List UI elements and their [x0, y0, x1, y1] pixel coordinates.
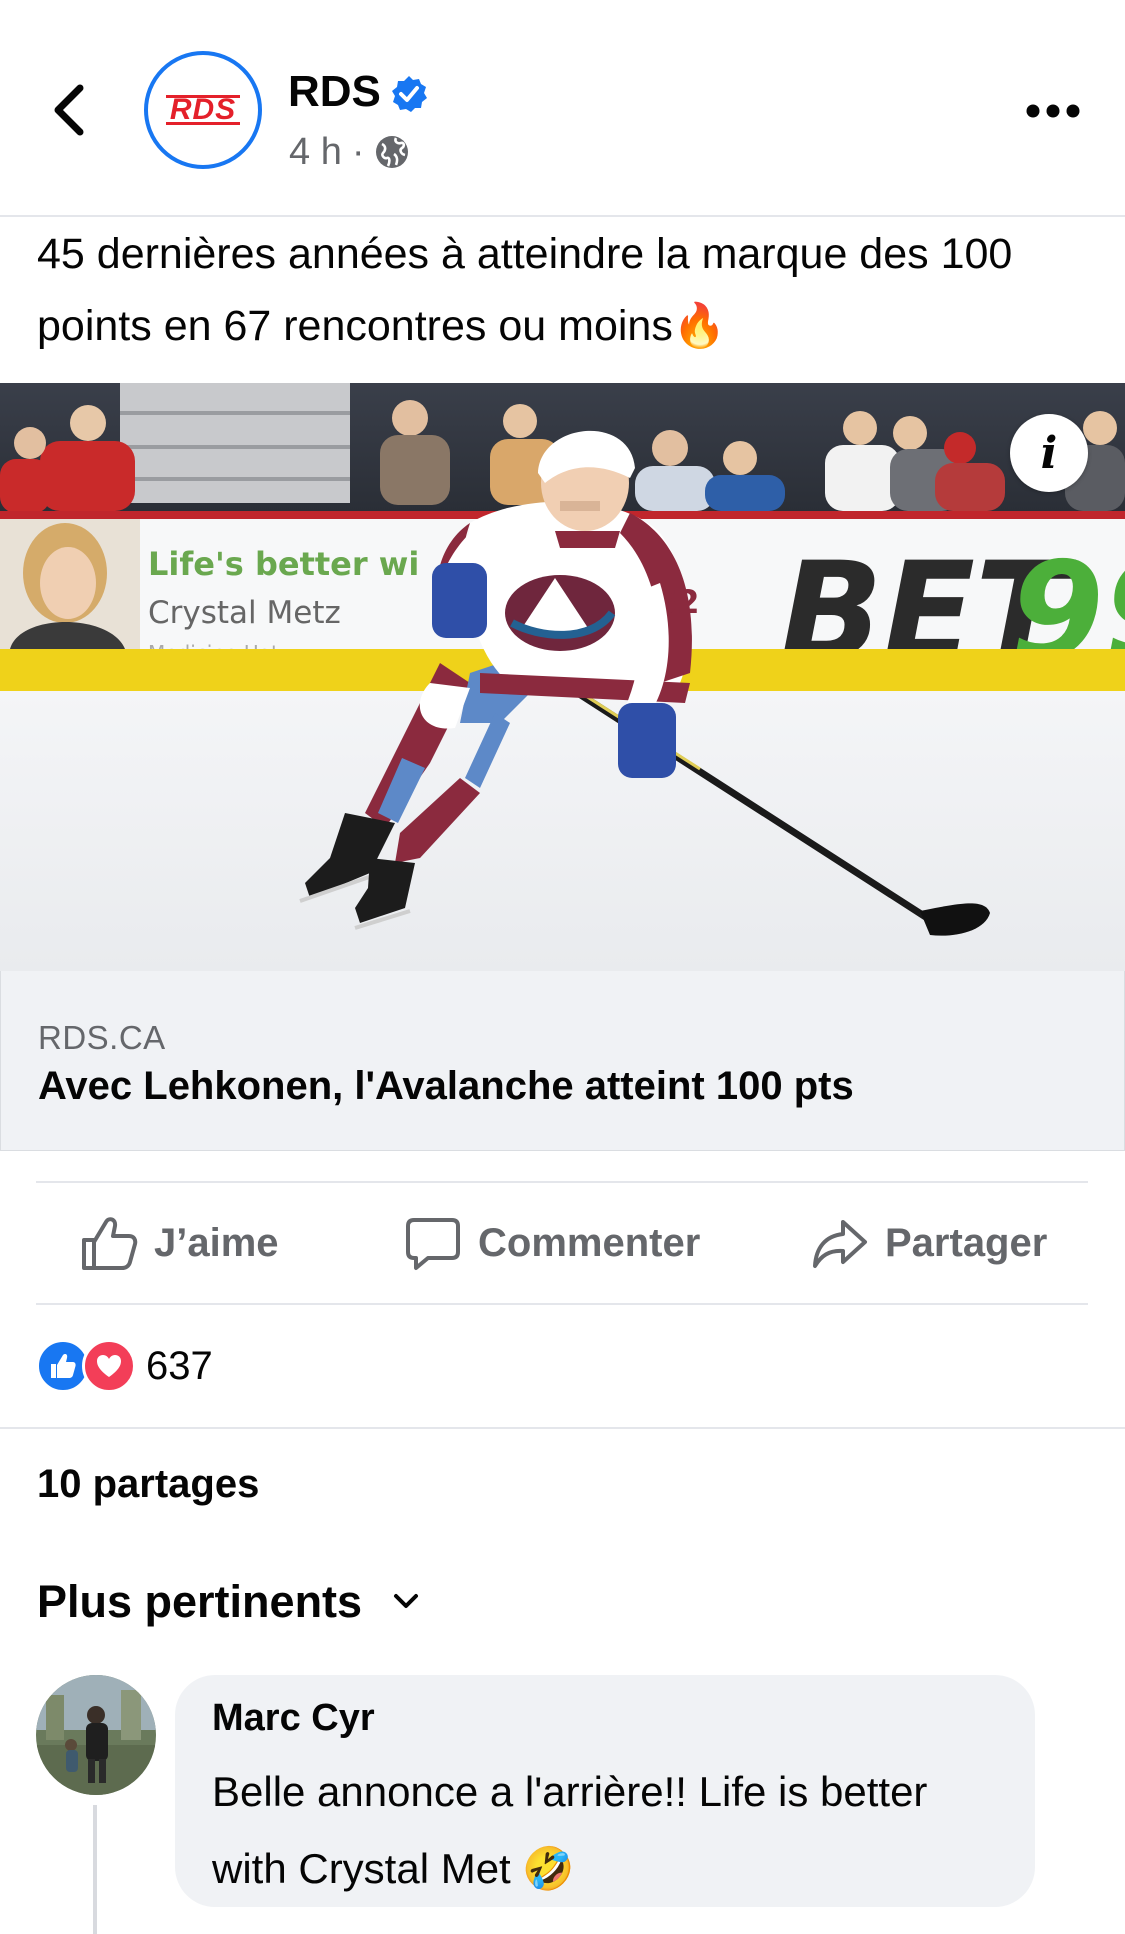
share-button[interactable]: Partager: [811, 1183, 1047, 1303]
comment-text: Belle annonce a l'arrière!! Life is bett…: [212, 1768, 928, 1892]
page-avatar[interactable]: RDS: [144, 51, 262, 169]
reaction-icons: [36, 1339, 136, 1393]
chevron-left-icon[interactable]: [46, 80, 96, 140]
info-button[interactable]: i: [1010, 414, 1088, 492]
post-image[interactable]: Life's better wi Crystal Metz Medicine H…: [0, 383, 1125, 971]
comment-button[interactable]: Commenter: [404, 1183, 700, 1303]
thread-line: [93, 1805, 97, 1934]
globe-icon: [376, 136, 409, 168]
post-text: 45 dernières années à atteindre la marqu…: [37, 230, 1013, 350]
comment-author[interactable]: Marc Cyr: [212, 1697, 375, 1740]
shares-count[interactable]: 10 partages: [37, 1462, 259, 1507]
verified-badge-icon: [392, 76, 427, 112]
link-preview-card[interactable]: RDS.CA Avec Lehkonen, l'Avalanche attein…: [0, 971, 1125, 1151]
hockey-photo: Life's better wi Crystal Metz Medicine H…: [0, 383, 1125, 971]
sort-label: Plus pertinents: [37, 1576, 363, 1627]
ad-line2: Crystal Metz: [148, 595, 341, 631]
reactions-summary[interactable]: 637: [36, 1338, 213, 1394]
speech-bubble-icon: [406, 1218, 460, 1270]
comment-label: Commenter: [478, 1220, 701, 1265]
post-header: RDS RDS 4 h ·: [0, 0, 1125, 217]
page-name[interactable]: RDS: [288, 66, 381, 118]
like-button[interactable]: J’aime: [80, 1183, 279, 1303]
link-domain: RDS.CA: [38, 1019, 166, 1056]
post-time[interactable]: 4 h: [289, 128, 342, 176]
post-meta: 4 h ·: [289, 128, 410, 176]
like-label: J’aime: [154, 1220, 279, 1265]
love-reaction-icon: [82, 1339, 136, 1393]
chevron-down-icon: [394, 1594, 419, 1608]
thumbs-up-icon: [82, 1217, 138, 1270]
link-title: Avec Lehkonen, l'Avalanche atteint 100 p…: [38, 1064, 854, 1108]
comment-sort-selector[interactable]: Plus pertinents: [37, 1576, 420, 1628]
reaction-count: 637: [146, 1343, 213, 1388]
ad-line1: Life's better wi: [148, 545, 419, 583]
comment-bubble[interactable]: Marc Cyr Belle annonce a l'arrière!! Lif…: [175, 1675, 1035, 1907]
action-bar: J’aime Commenter Partager: [36, 1181, 1088, 1305]
share-label: Partager: [885, 1220, 1048, 1265]
meta-separator: ·: [351, 131, 365, 173]
avatar[interactable]: [36, 1675, 156, 1795]
section-divider: [0, 1427, 1125, 1429]
rds-logo: RDS: [165, 95, 241, 125]
more-horizontal-icon[interactable]: [1025, 96, 1081, 126]
share-arrow-icon: [813, 1220, 867, 1268]
